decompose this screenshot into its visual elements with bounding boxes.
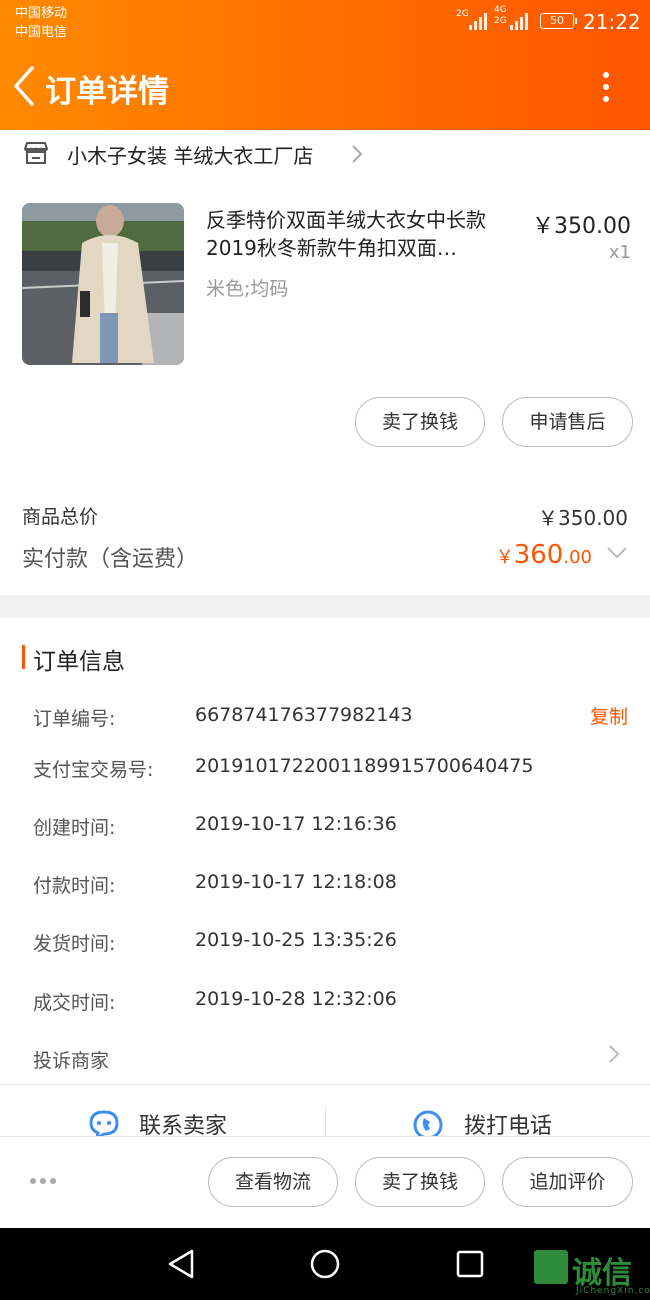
- paid-time-value: 2019-10-17 12:18:08: [195, 871, 397, 893]
- more-horizontal-icon[interactable]: [30, 1178, 56, 1184]
- completed-time-label: 成交时间:: [33, 992, 116, 1014]
- product-price: ￥350.00: [532, 214, 631, 239]
- chevron-down-icon[interactable]: [606, 545, 628, 564]
- created-time-value: 2019-10-17 12:16:36: [195, 813, 397, 835]
- complain-seller-link[interactable]: 投诉商家: [33, 1046, 109, 1073]
- shop-row[interactable]: 小木子女装 羊绒大衣工厂店: [0, 130, 650, 176]
- add-review-button[interactable]: 追加评价: [502, 1157, 633, 1207]
- product-sku: 米色;均码: [206, 278, 289, 300]
- carrier-1: 中国移动: [15, 6, 68, 21]
- home-circle-icon[interactable]: [309, 1248, 341, 1284]
- paid-time-label: 付款时间:: [33, 875, 116, 897]
- signal-icon: [469, 12, 487, 30]
- carrier-info: 中国移动 中国电信: [15, 4, 67, 42]
- chevron-right-icon: [350, 144, 364, 168]
- created-time-label: 创建时间:: [33, 817, 116, 839]
- more-vertical-icon[interactable]: [594, 68, 618, 108]
- chevron-right-icon: [607, 1044, 621, 1068]
- watermark-icon: [534, 1250, 568, 1284]
- status-bar: 中国移动 中国电信 2G 4G 2G 50 21:22: [0, 0, 650, 44]
- subtotal-value: ￥350.00: [538, 506, 628, 530]
- store-icon: [22, 140, 50, 170]
- status-time: 21:22: [583, 10, 641, 34]
- network-type-1: 2G: [456, 9, 469, 19]
- network-type-2: 4G: [494, 5, 507, 15]
- view-logistics-button[interactable]: 查看物流: [208, 1157, 338, 1207]
- carrier-2: 中国电信: [15, 25, 68, 40]
- copy-button[interactable]: 复制: [590, 702, 628, 729]
- bottom-action-bar: 查看物流 卖了换钱 追加评价: [0, 1136, 650, 1228]
- product-image[interactable]: [22, 203, 184, 365]
- section-title: 订单信息: [33, 649, 125, 675]
- app-header: 中国移动 中国电信 2G 4G 2G 50 21:22 订单详情: [0, 0, 650, 130]
- order-number-label: 订单编号:: [33, 708, 116, 730]
- alipay-trade-value: 2019101722001189915700640475: [195, 755, 534, 777]
- order-number-value: 667874176377982143: [195, 704, 413, 726]
- paid-integer: 360: [513, 540, 564, 570]
- shipped-time-label: 发货时间:: [33, 933, 116, 955]
- section-accent-bar: [22, 645, 25, 669]
- shop-name: 小木子女装 羊绒大衣工厂店: [67, 144, 314, 168]
- order-card: 小木子女装 羊绒大衣工厂店 反季特价双面羊绒大衣女中长款2019秋冬新款牛角扣双…: [0, 130, 650, 595]
- watermark-subtext: JiChengXin.com: [576, 1286, 650, 1296]
- watermark-logo: 诚信 JiChengXin.com: [532, 1248, 650, 1300]
- vertical-divider: [325, 1106, 326, 1138]
- battery-icon: 50: [540, 13, 577, 29]
- divider: [0, 1084, 650, 1085]
- paid-value: ￥360.00: [496, 540, 592, 570]
- network-type-3: 2G: [494, 16, 507, 26]
- order-info-section: 订单信息 订单编号: 667874176377982143 复制 支付宝交易号:…: [0, 618, 650, 1141]
- subtotal-label: 商品总价: [22, 506, 99, 528]
- shipped-time-value: 2019-10-25 13:35:26: [195, 929, 397, 951]
- page-title: 订单详情: [45, 74, 169, 110]
- sell-button-bottom[interactable]: 卖了换钱: [355, 1157, 485, 1207]
- paid-decimal: .00: [563, 547, 592, 568]
- product-title[interactable]: 反季特价双面羊绒大衣女中长款2019秋冬新款牛角扣双面…: [206, 206, 516, 262]
- paid-currency: ￥: [495, 547, 514, 568]
- back-triangle-icon[interactable]: [166, 1248, 196, 1284]
- after-sale-button[interactable]: 申请售后: [502, 397, 633, 447]
- chevron-left-icon[interactable]: [10, 64, 40, 108]
- product-quantity: x1: [608, 242, 631, 263]
- completed-time-value: 2019-10-28 12:32:06: [195, 988, 397, 1010]
- recent-apps-icon[interactable]: [455, 1249, 485, 1283]
- signal-icon-2: [510, 12, 528, 30]
- sell-button[interactable]: 卖了换钱: [355, 397, 485, 447]
- alipay-trade-label: 支付宝交易号:: [33, 759, 154, 781]
- paid-label: 实付款（含运费）: [22, 547, 199, 572]
